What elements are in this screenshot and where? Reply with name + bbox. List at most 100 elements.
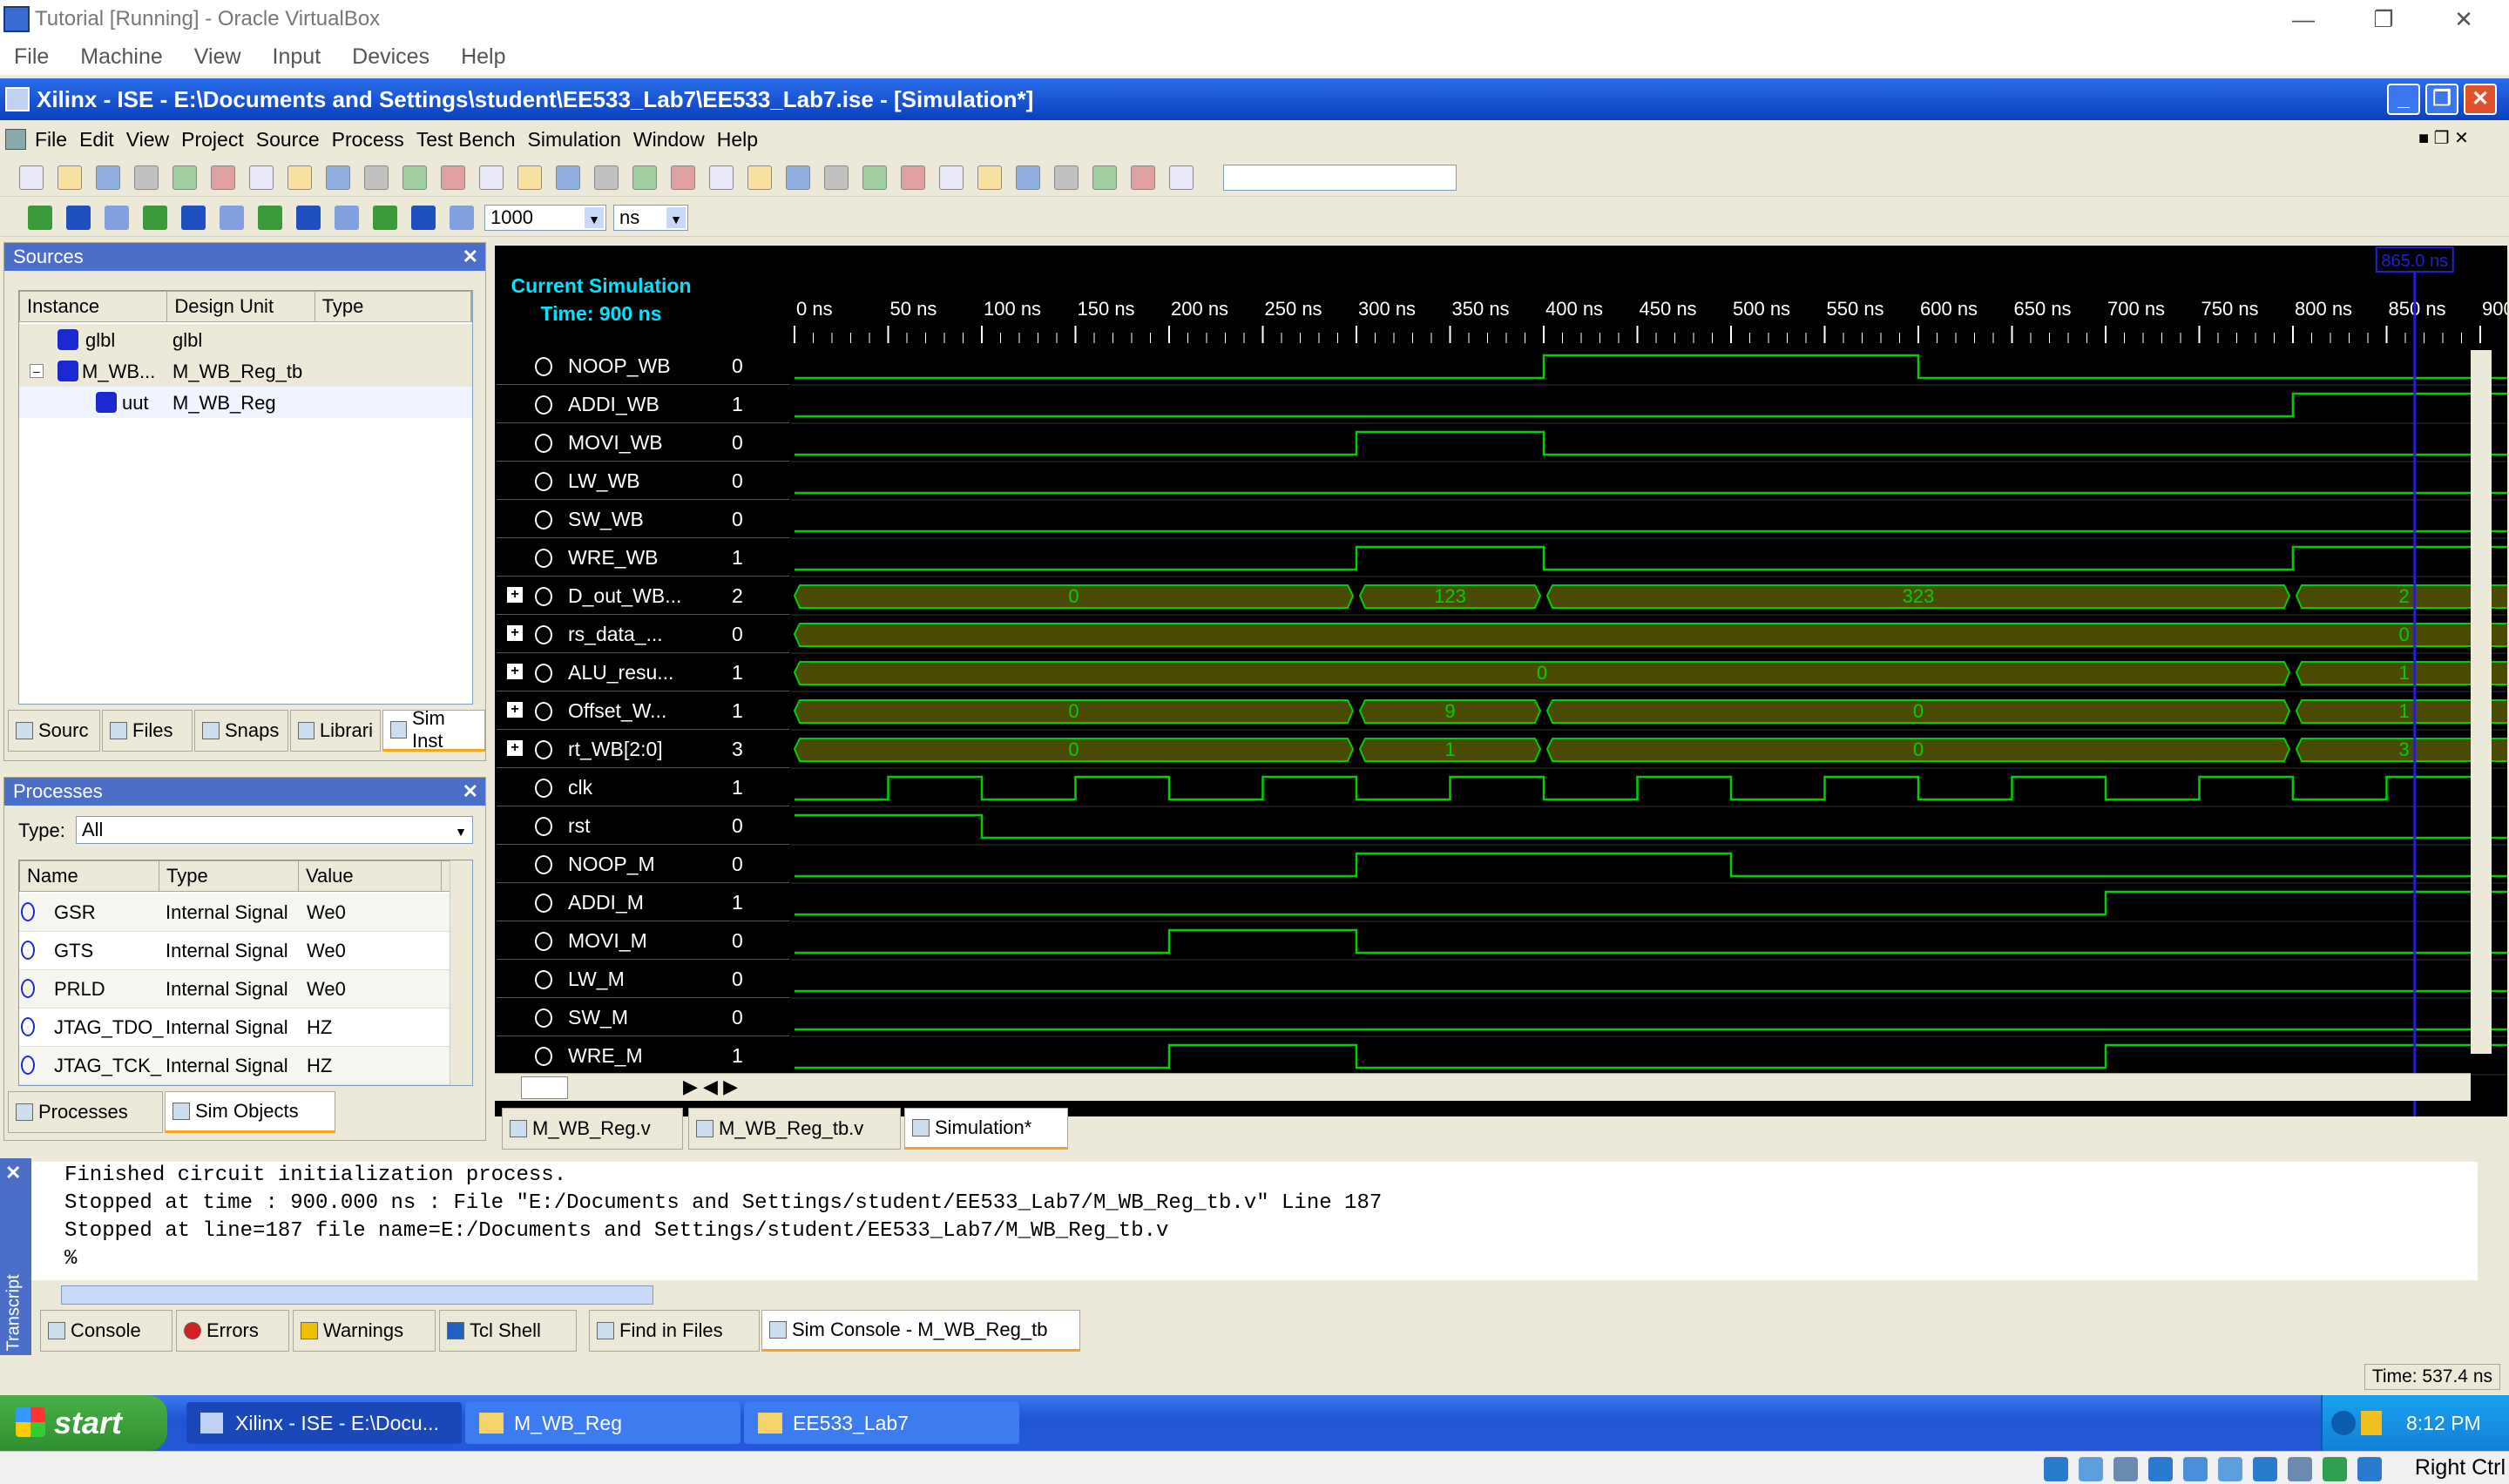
tab-processes[interactable]: Processes: [8, 1091, 163, 1133]
chevron-down-icon[interactable]: ▼: [585, 207, 604, 228]
vm-device-icon[interactable]: [2113, 1457, 2138, 1481]
toolbar-button[interactable]: [19, 165, 44, 190]
minimize-icon[interactable]: —: [2265, 0, 2342, 38]
wave-vertical-scrollbar[interactable]: [2471, 350, 2492, 1054]
wave-horizontal-scrollbar[interactable]: ▶ ◀ ▶: [495, 1073, 2471, 1101]
tab-libraries[interactable]: Librari: [290, 710, 381, 752]
toolbar-button[interactable]: [977, 165, 1002, 190]
restore-icon[interactable]: ❐: [2345, 0, 2422, 38]
host-menu-view[interactable]: View: [180, 44, 259, 70]
signal-name-row[interactable]: MOVI_M: [497, 921, 706, 960]
signal-name-row[interactable]: SW_M: [497, 998, 706, 1036]
sim-object-row[interactable]: GSR Internal Signal We0: [19, 894, 450, 932]
tab-snapshots[interactable]: Snaps: [194, 710, 288, 752]
tree-item-tb[interactable]: – M_WB... M_WB_Reg_tb: [19, 355, 472, 387]
ise-restore-button[interactable]: ❐: [2425, 84, 2458, 115]
toolbar-button[interactable]: [901, 165, 925, 190]
sim-time-input[interactable]: 1000 ▼: [484, 205, 606, 231]
sim-toolbar-button[interactable]: [258, 206, 282, 230]
signal-name-row[interactable]: + rs_data_...: [497, 615, 706, 653]
sim-toolbar-button[interactable]: [373, 206, 397, 230]
expand-icon[interactable]: +: [507, 702, 523, 718]
close-icon[interactable]: ✕: [2425, 0, 2502, 38]
scroll-arrows[interactable]: ▶ ◀ ▶: [683, 1076, 738, 1098]
chevron-down-icon[interactable]: ▼: [666, 207, 686, 228]
sim-toolbar-button[interactable]: [220, 206, 244, 230]
sim-toolbar-button[interactable]: [181, 206, 206, 230]
vm-device-icon[interactable]: [2148, 1457, 2173, 1481]
toolbar-button[interactable]: [824, 165, 849, 190]
menu-file[interactable]: File: [35, 128, 79, 152]
host-menu-machine[interactable]: Machine: [66, 44, 180, 70]
console-hscroll[interactable]: [35, 1282, 2478, 1308]
host-menu-help[interactable]: Help: [447, 44, 523, 70]
tree-item-glbl[interactable]: glbl glbl: [19, 324, 472, 355]
ise-close-button[interactable]: ✕: [2464, 84, 2497, 115]
waveform-viewer[interactable]: Current Simulation Time: 900 ns NOOP_WB AD…: [495, 246, 2507, 1116]
toolbar-button[interactable]: [671, 165, 695, 190]
close-icon[interactable]: ✕: [463, 243, 478, 271]
scrollbar[interactable]: [450, 860, 472, 1085]
signal-name-row[interactable]: clk: [497, 768, 706, 806]
tab-sim-console[interactable]: Sim Console - M_WB_Reg_tb: [761, 1310, 1080, 1352]
toolbar-button[interactable]: [1169, 165, 1194, 190]
toolbar-button[interactable]: [249, 165, 274, 190]
menu-simulation[interactable]: Simulation: [528, 128, 633, 152]
tab-sim-objects[interactable]: Sim Objects: [165, 1091, 335, 1133]
tray-expand-icon[interactable]: [2331, 1411, 2356, 1435]
task-ee533-lab7[interactable]: EE533_Lab7: [744, 1402, 1019, 1444]
close-icon[interactable]: ✕: [5, 1162, 21, 1184]
expand-icon[interactable]: +: [507, 587, 523, 603]
col-type[interactable]: Type: [315, 292, 471, 321]
col-instance[interactable]: Instance: [20, 292, 168, 321]
task-m-wb-reg[interactable]: M_WB_Reg: [465, 1402, 741, 1444]
host-menu-file[interactable]: File: [0, 44, 66, 70]
sim-toolbar-button[interactable]: [28, 206, 52, 230]
menu-source[interactable]: Source: [256, 128, 332, 152]
col-type[interactable]: Type: [159, 861, 299, 891]
sim-toolbar-button[interactable]: [66, 206, 91, 230]
toolbar-button[interactable]: [172, 165, 197, 190]
tab-sources[interactable]: Sourc: [8, 710, 100, 752]
toolbar-button[interactable]: [441, 165, 465, 190]
sim-time-unit-select[interactable]: ns ▼: [613, 205, 688, 231]
tab-files[interactable]: Files: [102, 710, 193, 752]
signal-name-row[interactable]: MOVI_WB: [497, 423, 706, 462]
sim-toolbar-button[interactable]: [450, 206, 474, 230]
toolbar-button[interactable]: [786, 165, 810, 190]
col-value[interactable]: Value: [299, 861, 442, 891]
tab-sim-instances[interactable]: Sim Inst: [382, 707, 485, 752]
tab-tcl-shell[interactable]: Tcl Shell: [439, 1310, 577, 1352]
col-name[interactable]: Name: [20, 861, 159, 891]
toolbar-button[interactable]: [479, 165, 504, 190]
signal-name-row[interactable]: ADDI_M: [497, 883, 706, 921]
vm-device-icon[interactable]: [2218, 1457, 2242, 1481]
start-button[interactable]: start: [0, 1395, 167, 1451]
toolbar-button[interactable]: [96, 165, 120, 190]
toolbar-button[interactable]: [402, 165, 427, 190]
toolbar-button[interactable]: [364, 165, 389, 190]
waveform-canvas[interactable]: 0 ns 50 ns 100 ns 150 ns 200 ns 250 ns 300 ns 3…: [791, 246, 2507, 1116]
menu-help[interactable]: Help: [717, 128, 770, 152]
menu-project[interactable]: Project: [181, 128, 256, 152]
menu-edit[interactable]: Edit: [79, 128, 126, 152]
vm-device-icon[interactable]: [2357, 1457, 2382, 1481]
sim-object-row[interactable]: JTAG_TCK_ Internal Signal HZ: [19, 1047, 450, 1085]
toolbar-button[interactable]: [1016, 165, 1040, 190]
vm-device-icon[interactable]: [2183, 1457, 2208, 1481]
vm-device-icon[interactable]: [2079, 1457, 2103, 1481]
toolbar-button[interactable]: [326, 165, 350, 190]
collapse-icon[interactable]: –: [30, 364, 44, 378]
scroll-thumb[interactable]: [61, 1285, 653, 1305]
host-menu-input[interactable]: Input: [259, 44, 339, 70]
signal-name-row[interactable]: + D_out_WB...: [497, 577, 706, 615]
expand-icon[interactable]: +: [507, 625, 523, 641]
menu-process[interactable]: Process: [332, 128, 416, 152]
toolbar-button[interactable]: [939, 165, 964, 190]
signal-name-row[interactable]: WRE_WB: [497, 538, 706, 577]
task-xilinx-ise[interactable]: Xilinx - ISE - E:\Docu...: [186, 1402, 462, 1444]
ise-minimize-button[interactable]: _: [2387, 84, 2420, 115]
toolbar-button[interactable]: [709, 165, 734, 190]
tab-simulation[interactable]: Simulation*: [904, 1108, 1068, 1150]
close-icon[interactable]: ✕: [463, 778, 478, 806]
